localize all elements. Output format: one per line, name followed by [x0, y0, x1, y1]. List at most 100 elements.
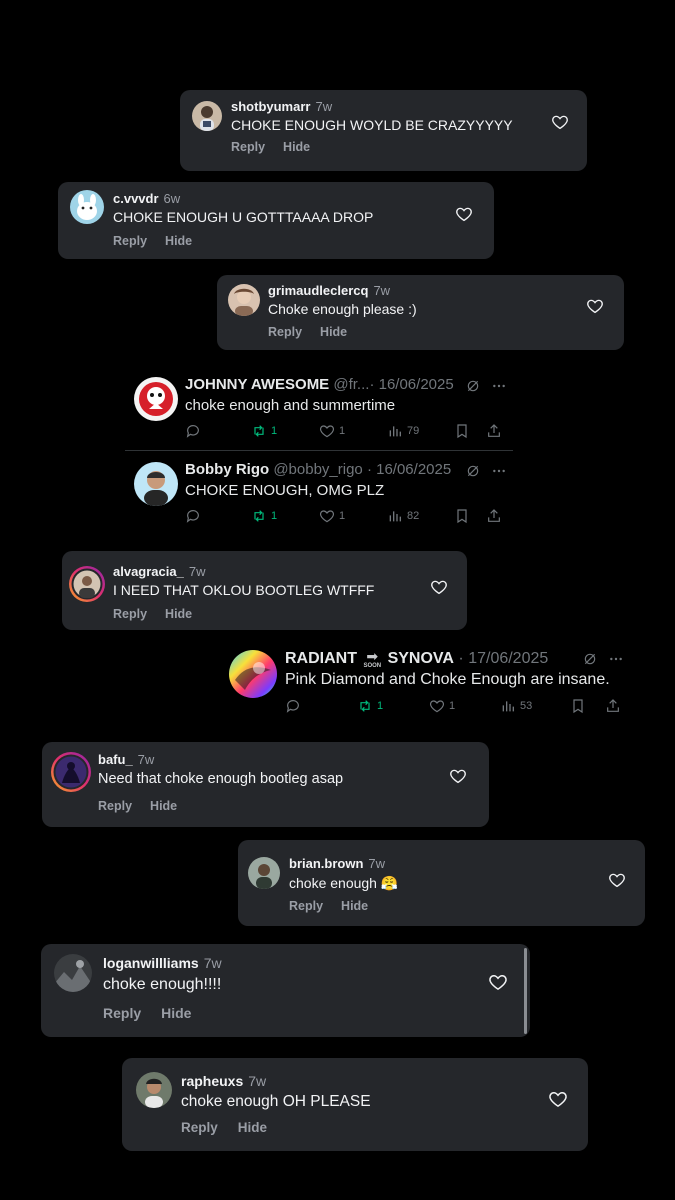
avatar[interactable]	[50, 751, 92, 793]
avatar[interactable]	[248, 857, 280, 889]
username[interactable]: rapheuxs 7w	[181, 1073, 266, 1089]
like-icon[interactable]: 1	[429, 698, 455, 714]
avatar[interactable]	[228, 284, 260, 316]
comment-card: alvagracia_ 7w I NEED THAT OKLOU BOOTLEG …	[62, 551, 467, 630]
soon-label: SOON	[363, 663, 382, 669]
avatar[interactable]	[192, 101, 222, 131]
comment-card: grimaudleclercq 7w Choke enough please :)…	[217, 275, 624, 350]
display-name-part-2[interactable]: SYNOVA	[388, 650, 454, 667]
more-icon[interactable]	[491, 463, 507, 479]
bookmark-icon[interactable]	[570, 698, 590, 714]
grok-icon[interactable]	[465, 463, 481, 479]
reply-button[interactable]: Reply	[289, 899, 323, 913]
hide-button[interactable]: Hide	[165, 234, 192, 248]
handle[interactable]: @bobby_rigo	[273, 461, 362, 478]
heart-icon[interactable]	[449, 767, 467, 785]
reply-button[interactable]: Reply	[98, 799, 132, 813]
tweet-top-icons	[582, 651, 624, 667]
avatar[interactable]	[229, 650, 277, 698]
reply-icon[interactable]	[185, 508, 205, 524]
reply-icon[interactable]	[285, 698, 305, 714]
comment-age: 7w	[373, 283, 391, 298]
comment-age: 7w	[248, 1073, 267, 1089]
reply-button[interactable]: Reply	[103, 1005, 141, 1021]
username[interactable]: brian.brown 7w	[289, 856, 385, 871]
views-icon[interactable]: 79	[387, 423, 419, 439]
heart-icon[interactable]	[551, 113, 569, 131]
reply-button[interactable]: Reply	[231, 140, 265, 154]
avatar[interactable]	[136, 1072, 172, 1108]
hide-button[interactable]: Hide	[283, 140, 310, 154]
heart-icon[interactable]	[455, 205, 473, 223]
username[interactable]: loganwillliams 7w	[103, 955, 222, 971]
comment-age: 7w	[315, 99, 333, 114]
comment-actions: Reply Hide	[98, 799, 195, 813]
views-icon[interactable]: 53	[500, 698, 532, 714]
avatar[interactable]	[68, 565, 106, 603]
avatar[interactable]	[134, 377, 178, 421]
comment-text: Choke enough please :)	[268, 301, 417, 317]
more-icon[interactable]	[608, 651, 624, 667]
reply-icon[interactable]	[185, 423, 205, 439]
tweet-header: JOHNNY AWESOME @fr...· 16/06/2025	[185, 376, 454, 393]
view-count: 82	[407, 510, 420, 522]
heart-icon[interactable]	[430, 578, 448, 596]
share-icon[interactable]	[486, 423, 506, 439]
like-icon[interactable]: 1	[319, 508, 345, 524]
comment-card: shotbyumarr 7w CHOKE ENOUGH WOYLD BE CRAZ…	[180, 90, 587, 171]
username[interactable]: grimaudleclercq 7w	[268, 283, 390, 298]
tweet-top-icons	[465, 378, 507, 394]
tweet-date: · 17/06/2025	[458, 650, 549, 668]
username[interactable]: alvagracia_ 7w	[113, 564, 205, 579]
more-icon[interactable]	[491, 378, 507, 394]
tweet-text: choke enough and summertime	[185, 397, 396, 414]
username[interactable]: shotbyumarr 7w	[231, 99, 332, 114]
display-name[interactable]: RADIANT	[285, 650, 357, 667]
repost-icon[interactable]: 1	[251, 508, 277, 524]
hide-button[interactable]: Hide	[341, 899, 368, 913]
display-name[interactable]: JOHNNY AWESOME	[185, 376, 329, 393]
scrollbar[interactable]	[524, 948, 527, 1034]
heart-icon[interactable]	[488, 972, 508, 992]
tweet-card[interactable]: Bobby Rigo @bobby_rigo · 16/06/2025 CHOK…	[125, 451, 513, 535]
avatar[interactable]	[134, 462, 178, 506]
comment-actions: Reply Hide	[113, 234, 210, 248]
share-icon[interactable]	[605, 698, 625, 714]
bookmark-icon[interactable]	[454, 423, 474, 439]
like-count: 1	[339, 425, 346, 437]
avatar[interactable]	[54, 954, 92, 992]
comment-text: choke enough!!!!	[103, 976, 222, 993]
hide-button[interactable]: Hide	[161, 1005, 191, 1021]
display-name[interactable]: Bobby Rigo	[185, 461, 269, 478]
heart-icon[interactable]	[548, 1089, 568, 1109]
reply-button[interactable]: Reply	[113, 234, 147, 248]
grok-icon[interactable]	[582, 651, 598, 667]
username[interactable]: c.vvvdr 6w	[113, 191, 180, 206]
reply-button[interactable]: Reply	[113, 607, 147, 621]
like-count: 1	[449, 700, 456, 712]
views-icon[interactable]: 82	[387, 508, 419, 524]
hide-button[interactable]: Hide	[150, 799, 177, 813]
reply-button[interactable]: Reply	[268, 325, 302, 339]
repost-icon[interactable]: 1	[251, 423, 277, 439]
hide-button[interactable]: Hide	[165, 607, 192, 621]
heart-icon[interactable]	[586, 297, 604, 315]
handle[interactable]: @fr...	[333, 376, 369, 393]
reply-button[interactable]: Reply	[181, 1120, 218, 1135]
comment-age: 7w	[203, 955, 222, 971]
tweet-card[interactable]: RADIANT ➡ SOON SYNOVA · 17/06/2025 Pink …	[222, 637, 632, 725]
heart-icon[interactable]	[608, 871, 626, 889]
share-icon[interactable]	[486, 508, 506, 524]
comment-actions: Reply Hide	[103, 1005, 209, 1021]
username[interactable]: bafu_ 7w	[98, 752, 154, 767]
bookmark-icon[interactable]	[454, 508, 474, 524]
comment-actions: Reply Hide	[268, 325, 365, 339]
repost-icon[interactable]: 1	[357, 698, 383, 714]
avatar[interactable]	[70, 190, 104, 224]
grok-icon[interactable]	[465, 378, 481, 394]
like-icon[interactable]: 1	[319, 423, 345, 439]
hide-button[interactable]: Hide	[320, 325, 347, 339]
comment-actions: Reply Hide	[289, 899, 386, 913]
hide-button[interactable]: Hide	[238, 1120, 267, 1135]
tweet-card[interactable]: JOHNNY AWESOME @fr...· 16/06/2025 choke …	[125, 366, 513, 450]
